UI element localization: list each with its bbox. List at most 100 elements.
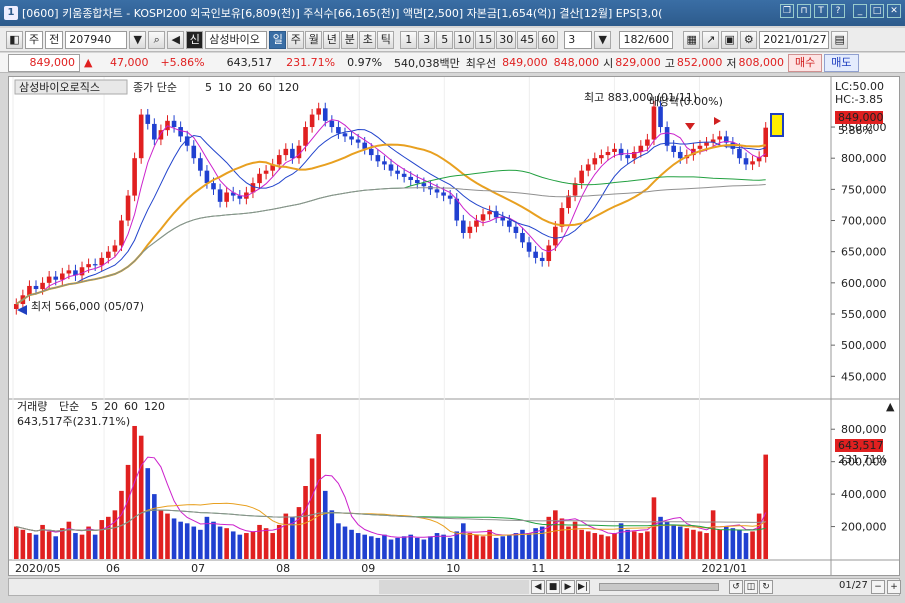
shrink-icon[interactable]: − bbox=[871, 580, 885, 594]
price-ma-line-60 bbox=[16, 169, 766, 305]
window-title: [0600] 키움종합차트 - KOSPI200 외국인보유[6,809(천)]… bbox=[22, 7, 663, 20]
candle bbox=[336, 127, 341, 134]
x-tick-label: 07 bbox=[191, 562, 205, 575]
zoom-in-icon[interactable]: ↻ bbox=[759, 580, 773, 594]
open-label: 시 bbox=[603, 56, 614, 70]
scroll-track[interactable] bbox=[379, 580, 529, 594]
interval-tab-1[interactable]: 주 bbox=[287, 30, 305, 49]
candle bbox=[566, 195, 571, 209]
question-icon[interactable]: ? bbox=[831, 4, 845, 18]
help-icon[interactable]: T bbox=[814, 4, 828, 18]
candle bbox=[388, 164, 394, 171]
candle bbox=[198, 158, 203, 171]
volume-bar bbox=[480, 536, 486, 559]
volume-bar bbox=[704, 533, 709, 559]
hc-label: HC:-3.85 bbox=[835, 93, 883, 106]
interval-tab-2[interactable]: 월 bbox=[305, 30, 323, 49]
interval-tab-3[interactable]: 년 bbox=[323, 30, 341, 49]
restore-window-icon[interactable]: ❐ bbox=[780, 4, 794, 18]
sell-button[interactable]: 매도 bbox=[824, 53, 859, 72]
candle bbox=[178, 127, 183, 137]
volume-panel-up-icon[interactable]: ▲ bbox=[886, 400, 895, 413]
custom-interval-input[interactable]: 3 bbox=[564, 30, 593, 49]
candle bbox=[546, 245, 552, 262]
candle bbox=[106, 251, 111, 258]
close-button[interactable]: ✕ bbox=[887, 4, 901, 18]
data-count[interactable]: 182/600 bbox=[619, 30, 674, 49]
minute-option-1[interactable]: 1 bbox=[400, 30, 418, 49]
current-price: 849,000 bbox=[8, 53, 80, 72]
period-mode-select[interactable]: 주 bbox=[25, 30, 44, 49]
volume-bar bbox=[388, 539, 394, 559]
title-bar: 1 [0600] 키움종합차트 - KOSPI200 외국인보유[6,809(천… bbox=[0, 0, 905, 26]
zoom-track[interactable] bbox=[599, 583, 719, 591]
stock-code-input[interactable]: 207940 bbox=[65, 30, 128, 49]
minute-option-30[interactable]: 30 bbox=[496, 30, 517, 49]
date-input[interactable]: 2021/01/27 bbox=[759, 30, 830, 49]
layout-icon[interactable]: ◧ bbox=[6, 30, 23, 49]
maximize-button[interactable]: □ bbox=[870, 4, 884, 18]
volume-bar bbox=[579, 529, 584, 559]
minimize-button[interactable]: _ bbox=[853, 4, 867, 18]
pin-icon[interactable]: ⊓ bbox=[797, 4, 811, 18]
scroll-last-button[interactable]: ▶| bbox=[576, 580, 590, 594]
custom-dropdown-icon[interactable]: ▼ bbox=[594, 30, 612, 49]
interval-tab-4[interactable]: 분 bbox=[341, 30, 359, 49]
save-icon[interactable]: ▣ bbox=[721, 30, 739, 49]
volume-ma-legend-prefix: 단순 bbox=[59, 400, 79, 413]
zoom-slider-icon[interactable]: ◫ bbox=[744, 580, 758, 594]
volume-bar bbox=[79, 534, 85, 559]
interval-tab-6[interactable]: 틱 bbox=[377, 30, 395, 49]
candle bbox=[592, 158, 598, 165]
zoom-out-icon[interactable]: ↺ bbox=[729, 580, 743, 594]
expand-icon[interactable]: + bbox=[887, 580, 901, 594]
mode-select[interactable]: 전 bbox=[45, 30, 64, 49]
volume-bar bbox=[368, 536, 374, 559]
drawing-icon[interactable]: ↗ bbox=[702, 30, 720, 49]
candle bbox=[132, 158, 137, 196]
volume-bar bbox=[257, 524, 262, 559]
minute-option-15[interactable]: 15 bbox=[475, 30, 496, 49]
indicator-icon[interactable]: ▦ bbox=[683, 30, 701, 49]
volume-ma-legend-20: 20 bbox=[104, 400, 118, 413]
candle bbox=[553, 226, 558, 246]
volume-ma-legend-120: 120 bbox=[144, 400, 165, 413]
volume-bar bbox=[250, 531, 256, 559]
minute-option-3[interactable]: 3 bbox=[418, 30, 436, 49]
stock-chart[interactable]: 850,000800,000750,000700,000650,000600,0… bbox=[9, 77, 899, 575]
scroll-stop-button[interactable]: ■ bbox=[546, 580, 560, 594]
minute-options: 1 3 5 10 15 30 45 60 bbox=[400, 30, 559, 49]
candle bbox=[152, 123, 157, 140]
volume-bar bbox=[697, 531, 703, 559]
scroll-first-button[interactable]: ◀ bbox=[531, 580, 545, 594]
scroll-play-button[interactable]: ▶ bbox=[561, 580, 575, 594]
minute-option-10[interactable]: 10 bbox=[454, 30, 475, 49]
volume-bar bbox=[171, 518, 177, 559]
volume-bar bbox=[428, 536, 433, 559]
stock-flag: 신 bbox=[186, 30, 204, 49]
volume-bar bbox=[461, 523, 466, 559]
calendar-icon[interactable]: ▤ bbox=[831, 30, 849, 49]
buy-button[interactable]: 매수 bbox=[788, 53, 823, 72]
candle bbox=[125, 195, 131, 221]
code-dropdown-icon[interactable]: ▼ bbox=[129, 30, 147, 49]
candle bbox=[658, 106, 663, 128]
minute-option-5[interactable]: 5 bbox=[436, 30, 454, 49]
speaker-icon[interactable]: ◀ bbox=[167, 30, 185, 49]
x-tick-label: 09 bbox=[361, 562, 375, 575]
candle bbox=[480, 214, 486, 221]
volume-bar bbox=[184, 523, 190, 559]
candle bbox=[526, 242, 532, 252]
candle bbox=[13, 304, 19, 310]
chart-area[interactable]: 850,000 800,000 750,000 700,000 650,000 600,0… bbox=[8, 76, 900, 576]
interval-tab-5[interactable]: 초 bbox=[359, 30, 377, 49]
settings-icon[interactable]: ⚙ bbox=[740, 30, 758, 49]
minute-option-60[interactable]: 60 bbox=[538, 30, 559, 49]
minute-option-45[interactable]: 45 bbox=[517, 30, 538, 49]
interval-tab-0[interactable]: 일 bbox=[269, 30, 287, 49]
candle bbox=[395, 170, 400, 174]
candle bbox=[414, 180, 420, 184]
search-icon[interactable]: ⌕ bbox=[148, 30, 166, 49]
volume-bar bbox=[276, 524, 282, 559]
volume-bar bbox=[526, 533, 532, 559]
